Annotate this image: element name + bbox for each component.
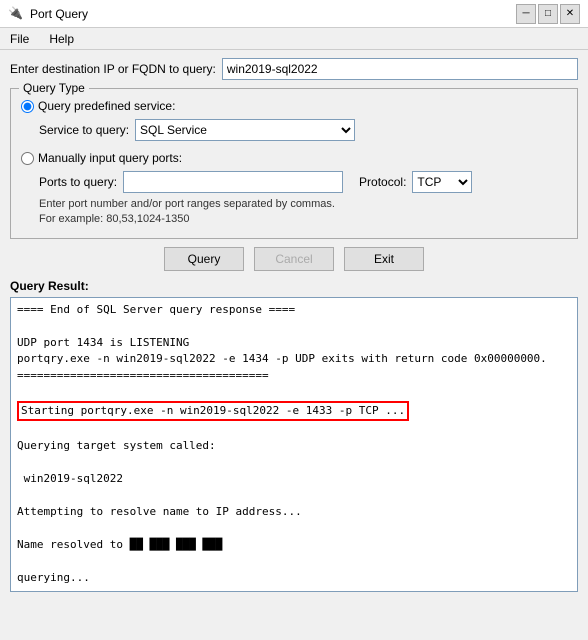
result-line: Attempting to resolve name to IP address… <box>17 504 571 521</box>
menu-file[interactable]: File <box>4 30 35 48</box>
result-label: Query Result: <box>10 279 578 293</box>
result-line: Starting portqry.exe -n win2019-sql2022 … <box>17 401 571 422</box>
buttons-row: Query Cancel Exit <box>10 247 578 271</box>
query-type-group: Query Type Query predefined service: Ser… <box>10 88 578 239</box>
query-type-title: Query Type <box>19 81 89 95</box>
protocol-select[interactable]: TCP UDP Both <box>412 171 472 193</box>
result-line: portqry.exe -n win2019-sql2022 -e 1434 -… <box>17 351 571 368</box>
result-line <box>17 520 571 537</box>
destination-row: Enter destination IP or FQDN to query: <box>10 58 578 80</box>
result-line: querying... <box>17 570 571 587</box>
menu-help[interactable]: Help <box>43 30 80 48</box>
result-line: ==== End of SQL Server query response ==… <box>17 302 571 319</box>
app-icon: 🔌 <box>8 6 24 22</box>
predefined-label: Query predefined service: <box>38 99 175 113</box>
service-select[interactable]: SQL Service DNS Service FTP Service HTTP… <box>135 119 355 141</box>
result-line: UDP port 1434 is LISTENING <box>17 335 571 352</box>
ports-row: Ports to query: Protocol: TCP UDP Both <box>39 171 567 193</box>
manual-label: Manually input query ports: <box>38 151 182 165</box>
manual-radio[interactable] <box>21 152 34 165</box>
result-line: Name resolved to ██ ███ ███ ███ <box>17 537 571 554</box>
manual-radio-row: Manually input query ports: <box>21 151 567 165</box>
result-line <box>17 454 571 471</box>
hint-text: Enter port number and/or port ranges sep… <box>39 197 567 228</box>
destination-input[interactable] <box>222 58 578 80</box>
cancel-button[interactable]: Cancel <box>254 247 334 271</box>
result-line <box>17 421 571 438</box>
window-title: Port Query <box>30 7 88 21</box>
close-button[interactable]: ✕ <box>560 4 580 24</box>
result-box[interactable]: ==== End of SQL Server query response ==… <box>10 297 578 592</box>
result-line: Querying target system called: <box>17 438 571 455</box>
result-line <box>17 384 571 401</box>
maximize-button[interactable]: □ <box>538 4 558 24</box>
result-line: ====================================== <box>17 368 571 385</box>
service-row: Service to query: SQL Service DNS Servic… <box>39 119 567 141</box>
result-line <box>17 586 571 592</box>
menu-bar: File Help <box>0 28 588 50</box>
result-line: win2019-sql2022 <box>17 471 571 488</box>
result-line <box>17 553 571 570</box>
hint-line1: Enter port number and/or port ranges sep… <box>39 197 567 212</box>
protocol-label: Protocol: <box>359 175 406 189</box>
predefined-radio[interactable] <box>21 100 34 113</box>
result-line <box>17 318 571 335</box>
predefined-radio-row: Query predefined service: <box>21 99 567 113</box>
minimize-button[interactable]: ─ <box>516 4 536 24</box>
title-bar-left: 🔌 Port Query <box>8 6 88 22</box>
result-line <box>17 487 571 504</box>
destination-label: Enter destination IP or FQDN to query: <box>10 62 216 76</box>
exit-button[interactable]: Exit <box>344 247 424 271</box>
hint-line2: For example: 80,53,1024-1350 <box>39 212 567 227</box>
main-content: Enter destination IP or FQDN to query: Q… <box>0 50 588 600</box>
query-button[interactable]: Query <box>164 247 244 271</box>
ports-label: Ports to query: <box>39 175 117 189</box>
ports-input[interactable] <box>123 171 343 193</box>
title-bar-controls: ─ □ ✕ <box>516 4 580 24</box>
service-label: Service to query: <box>39 123 129 137</box>
title-bar: 🔌 Port Query ─ □ ✕ <box>0 0 588 28</box>
